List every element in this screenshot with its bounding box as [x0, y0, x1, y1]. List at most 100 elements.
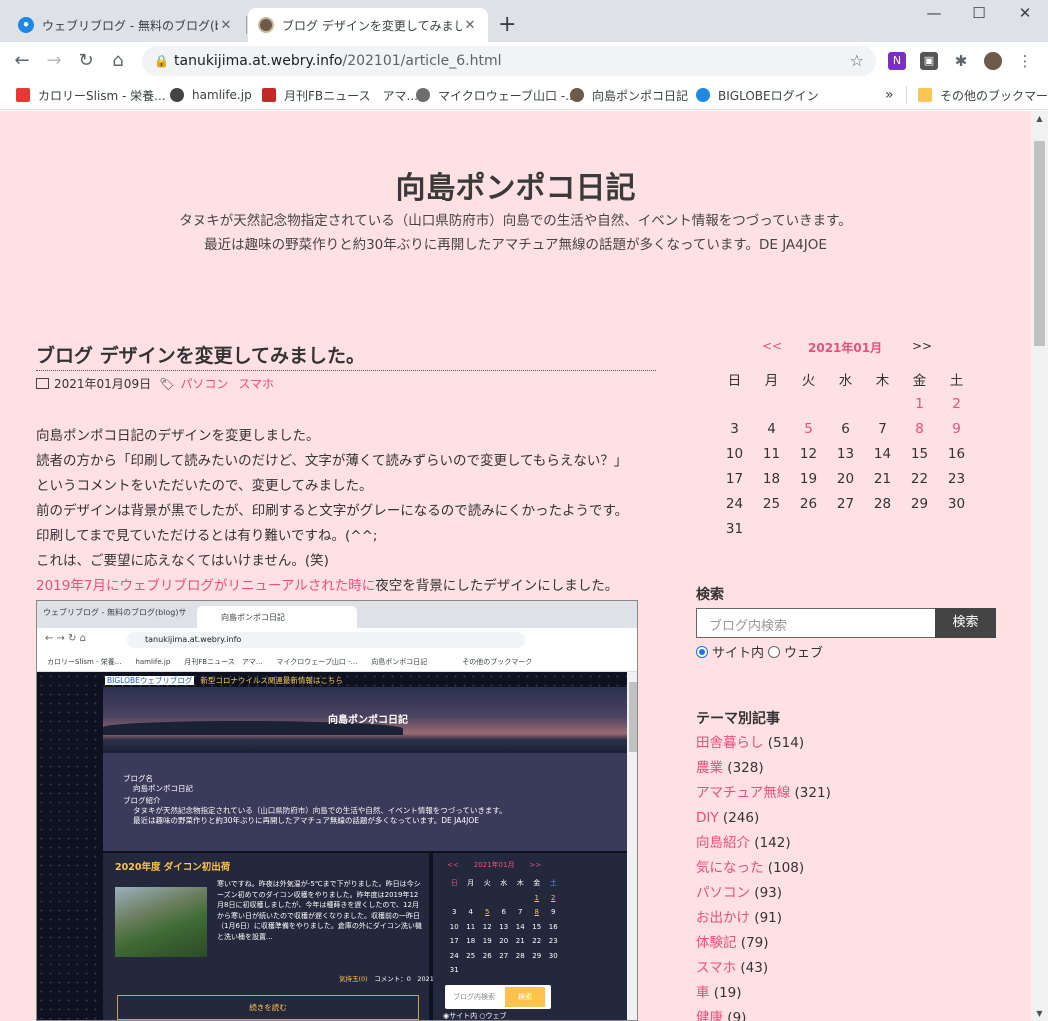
maximize-icon[interactable]: ☐ — [956, 4, 1002, 22]
theme-link[interactable]: 車 — [696, 985, 710, 1001]
theme-count: (91) — [754, 910, 783, 926]
profile-avatar-icon[interactable] — [984, 52, 1002, 70]
theme-link[interactable]: 気になった — [696, 860, 764, 876]
tab-webryblog[interactable]: ウェブリブログ - 無料のブログ(blog)サ ✕ — [8, 8, 244, 42]
extension-icon[interactable]: ▣ — [920, 52, 938, 70]
calendar-day: 28 — [873, 495, 892, 512]
screenshot-cal-day — [447, 892, 462, 905]
bookmark-hamlife[interactable]: hamlife.jp — [170, 86, 252, 104]
menu-kebab-icon[interactable]: ⋮ — [1016, 52, 1034, 70]
close-tab-icon[interactable]: ✕ — [462, 18, 478, 33]
screenshot-calendar-nav: << 2021年01月 >> — [447, 860, 547, 870]
close-tab-icon[interactable]: ✕ — [218, 18, 234, 33]
site-title[interactable]: 向島ポンポコ日記 — [0, 163, 1031, 207]
theme-count: (246) — [722, 810, 760, 826]
theme-link[interactable]: お出かけ — [696, 910, 750, 926]
bookmarks-overflow-icon[interactable]: » — [885, 86, 894, 104]
reload-icon[interactable]: ↻ — [73, 48, 99, 74]
calendar-day[interactable]: 9 — [938, 416, 975, 441]
calendar-day[interactable]: 1 — [901, 391, 938, 416]
lock-icon: 🔒 — [154, 54, 169, 68]
screenshot-label: 最近は趣味の野菜作りと約30年ぶりに再開したアマチュア無線の話題が多くなっていま… — [133, 816, 480, 825]
other-bookmarks-folder[interactable]: その他のブックマーク — [918, 86, 1048, 104]
calendar-prev-link[interactable]: << — [762, 339, 782, 353]
calendar-day: 3 — [730, 420, 739, 437]
bookmark-biglobe-login[interactable]: BIGLOBEログイン — [696, 86, 819, 104]
theme-link[interactable]: アマチュア無線 — [696, 785, 790, 801]
onenote-extension-icon[interactable]: N — [888, 52, 906, 70]
close-window-icon[interactable]: ✕ — [1002, 4, 1048, 22]
theme-list-item: DIY (246) — [696, 806, 831, 831]
calendar-day[interactable]: 2 — [938, 391, 975, 416]
calendar-next-link[interactable]: >> — [912, 339, 932, 353]
screenshot-banner: 向島ポンポコ日記 — [103, 687, 633, 753]
theme-link[interactable]: パソコン — [696, 885, 750, 901]
radio-site-label: サイト内 — [712, 646, 765, 661]
screenshot-cal-day: 26 — [482, 951, 492, 960]
bookmark-fb-news[interactable]: 月刊FBニュース アマ... — [262, 86, 418, 104]
tab-title: ウェブリブログ - 無料のブログ(blog)サ — [42, 18, 218, 33]
theme-link[interactable]: 健康 — [696, 1010, 723, 1021]
page-scrollbar[interactable]: ▲ ▼ — [1031, 111, 1048, 1021]
scroll-down-icon[interactable]: ▼ — [1031, 1009, 1048, 1018]
theme-list-item: 農業 (328) — [696, 756, 831, 781]
minimize-icon[interactable]: — — [911, 4, 957, 22]
theme-link[interactable]: 向島紹介 — [696, 835, 750, 851]
search-scope-radios: サイト内 ウェブ — [696, 642, 823, 661]
calendar-empty-cell — [790, 516, 827, 541]
calendar-table: 日月火水木金土 1 2 3 4 5 6 7 8 9 10 11 12 13 14 15 16 17 18 19 20 21… — [716, 366, 975, 541]
screenshot-toolbar: ← → ↻ ⌂ tanukijima.at.webry.info — [37, 628, 637, 652]
screenshot-cal-day — [546, 964, 561, 977]
search-input[interactable]: ブログ内検索 — [696, 608, 936, 638]
theme-list-item: お出かけ (91) — [696, 906, 831, 931]
search-button[interactable]: 検索 — [935, 608, 996, 638]
home-icon[interactable]: ⌂ — [105, 48, 131, 74]
screenshot-cal-day: 22 — [532, 937, 542, 946]
calendar-day[interactable]: 8 — [901, 416, 938, 441]
calendar-day: 10 — [725, 445, 744, 462]
renewal-article-link[interactable]: 2019年7月にウェブリブログがリニューアルされた時に — [36, 578, 375, 594]
post-title[interactable]: ブログ デザインを変更してみました。 — [36, 341, 365, 368]
screenshot-label: 向島ポンポコ日記 — [133, 784, 193, 793]
back-arrow-icon[interactable]: ← — [9, 48, 35, 74]
address-bar[interactable]: 🔒 tanukijima.at.webry.info/202101/articl… — [142, 46, 876, 76]
scroll-up-icon[interactable]: ▲ — [1031, 114, 1048, 123]
screenshot-tab: ウェブリブログ - 無料のブログ(blog)サ — [43, 608, 187, 617]
bookmark-label: 向島ポンポコ日記 — [592, 88, 689, 103]
scrollbar-thumb[interactable] — [1034, 141, 1045, 346]
bookmark-label: その他のブックマーク — [940, 88, 1048, 103]
screenshot-tabbar: ウェブリブログ - 無料のブログ(blog)サ 向島ポンポコ日記 — [37, 601, 637, 628]
calendar-day[interactable]: 5 — [790, 416, 827, 441]
screenshot-cal-day: 20 — [499, 937, 509, 946]
calendar-empty-cell — [827, 391, 864, 416]
theme-link[interactable]: スマホ — [696, 960, 736, 976]
bookmark-calorie-slism[interactable]: カロリーSlism - 栄養... — [16, 86, 166, 104]
theme-list-item: 田舎暮らし (514) — [696, 731, 831, 756]
screenshot-cal-day — [464, 964, 479, 977]
theme-link[interactable]: DIY — [696, 810, 719, 826]
radio-web[interactable] — [768, 645, 781, 658]
forward-arrow-icon[interactable]: → — [41, 48, 67, 74]
bookmark-tanuki-blog[interactable]: 向島ポンポコ日記 — [570, 86, 688, 104]
category-link[interactable]: パソコン — [180, 375, 228, 392]
calendar-weekday: 月 — [764, 372, 779, 389]
tab-current-article[interactable]: ブログ デザインを変更してみました。: F ✕ — [248, 8, 488, 42]
bookmark-microwave-yamaguchi[interactable]: マイクロウェーブ山口 -... — [416, 86, 577, 104]
category-link[interactable]: スマホ — [238, 375, 274, 392]
extensions-puzzle-icon[interactable]: ✱ — [952, 52, 970, 70]
theme-link[interactable]: 体験記 — [696, 935, 737, 951]
radio-site[interactable] — [696, 645, 708, 658]
calendar-month[interactable]: 2021年01月 — [808, 339, 882, 356]
screenshot-cal-day: 10 — [449, 922, 459, 931]
calendar-day: 22 — [910, 470, 929, 487]
bookmark-star-icon[interactable]: ☆ — [850, 46, 864, 76]
new-tab-icon[interactable]: + — [498, 12, 516, 38]
screenshot-cal-day: 8 — [534, 908, 539, 917]
calendar-day: 27 — [836, 495, 855, 512]
theme-link[interactable]: 田舎暮らし — [696, 735, 764, 751]
post-meta: 2021年01月09日 🏷 パソコン スマホ — [36, 375, 284, 392]
calendar-empty-cell — [901, 516, 938, 541]
theme-link[interactable]: 農業 — [696, 760, 723, 776]
bookmark-label: hamlife.jp — [192, 88, 252, 102]
screenshot-cal-day: 19 — [482, 937, 492, 946]
